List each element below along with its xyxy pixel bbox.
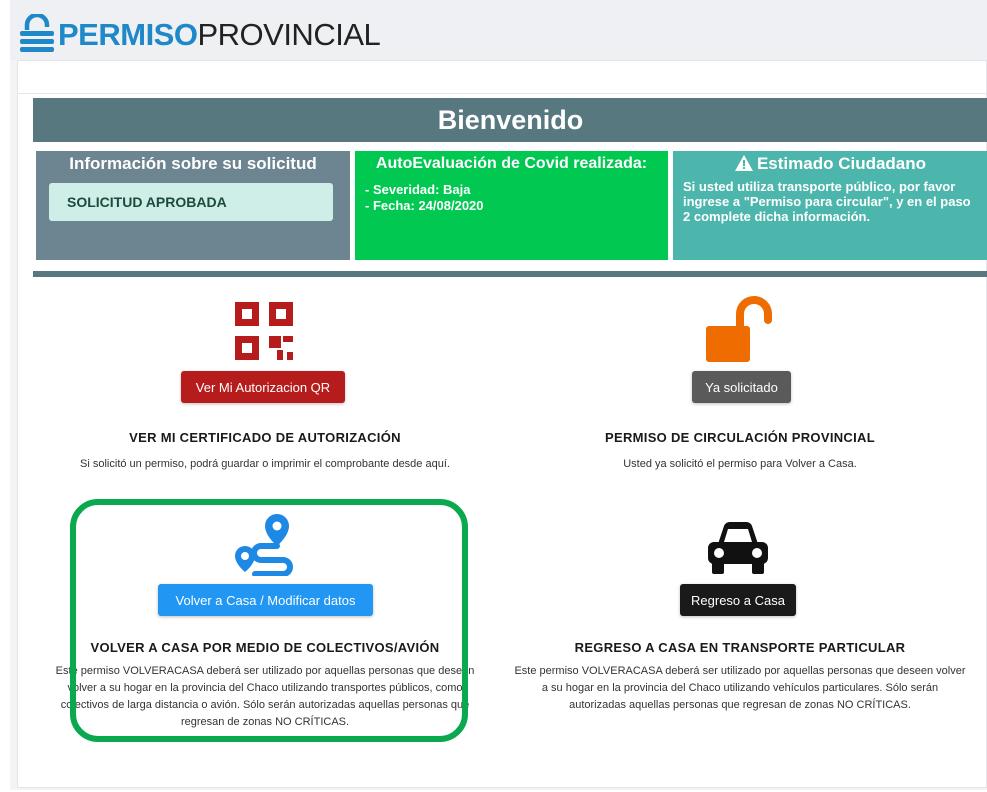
lock-logo-icon: [20, 14, 54, 52]
already-requested-button[interactable]: Ya solicitado: [692, 371, 791, 403]
autoeval-title: AutoEvaluación de Covid realizada:: [375, 155, 648, 172]
qr-code-icon: [235, 302, 293, 360]
card-header-strip: [18, 61, 986, 94]
status-badge: SOLICITUD APROBADA: [49, 183, 333, 221]
return-home-private-button[interactable]: Regreso a Casa: [680, 584, 796, 616]
info-solicitud-box: Información sobre su solicitud SOLICITUD…: [36, 151, 350, 260]
ciudadano-text: Si usted utiliza transporte público, por…: [683, 179, 971, 224]
ciudadano-box: Estimado Ciudadano Si usted utiliza tran…: [673, 151, 987, 260]
autoeval-date: - Fecha: 24/08/2020: [365, 198, 484, 213]
brand-part2: PROVINCIAL: [197, 16, 381, 52]
car-icon: [708, 521, 768, 574]
ciudadano-title: Estimado Ciudadano: [683, 154, 978, 174]
autoeval-box: AutoEvaluación de Covid realizada: - Sev…: [355, 151, 668, 260]
brand-part1: PERMISO: [58, 16, 198, 52]
info-solicitud-title: Información sobre su solicitud: [69, 154, 317, 173]
circulation-permit-description: Usted ya solicitó el permiso para Volver…: [623, 458, 857, 470]
welcome-banner: Bienvenido: [33, 98, 987, 142]
brand-logo[interactable]: PERMISOPROVINCIAL: [18, 12, 381, 56]
qr-authorization-button[interactable]: Ver Mi Autorizacion QR: [181, 371, 345, 403]
return-private-description: Este permiso VOLVERACASA deberá ser util…: [514, 665, 966, 711]
circulation-permit-title: PERMISO DE CIRCULACIÓN PROVINCIAL: [605, 430, 875, 445]
highlight-outline: [70, 499, 468, 742]
section-divider: [33, 271, 987, 277]
ciudadano-title-text: Estimado Ciudadano: [756, 154, 927, 173]
brand-name: PERMISOPROVINCIAL: [58, 16, 381, 52]
warning-icon: [734, 155, 753, 171]
autoeval-severity: - Severidad: Baja: [365, 182, 471, 197]
return-private-title: REGRESO A CASA EN TRANSPORTE PARTICULAR: [574, 640, 906, 655]
certificate-title: VER MI CERTIFICADO DE AUTORIZACIÓN: [129, 430, 401, 445]
certificate-description: Si solicitó un permiso, podrá guardar o …: [80, 458, 450, 470]
unlock-icon: [706, 296, 772, 362]
